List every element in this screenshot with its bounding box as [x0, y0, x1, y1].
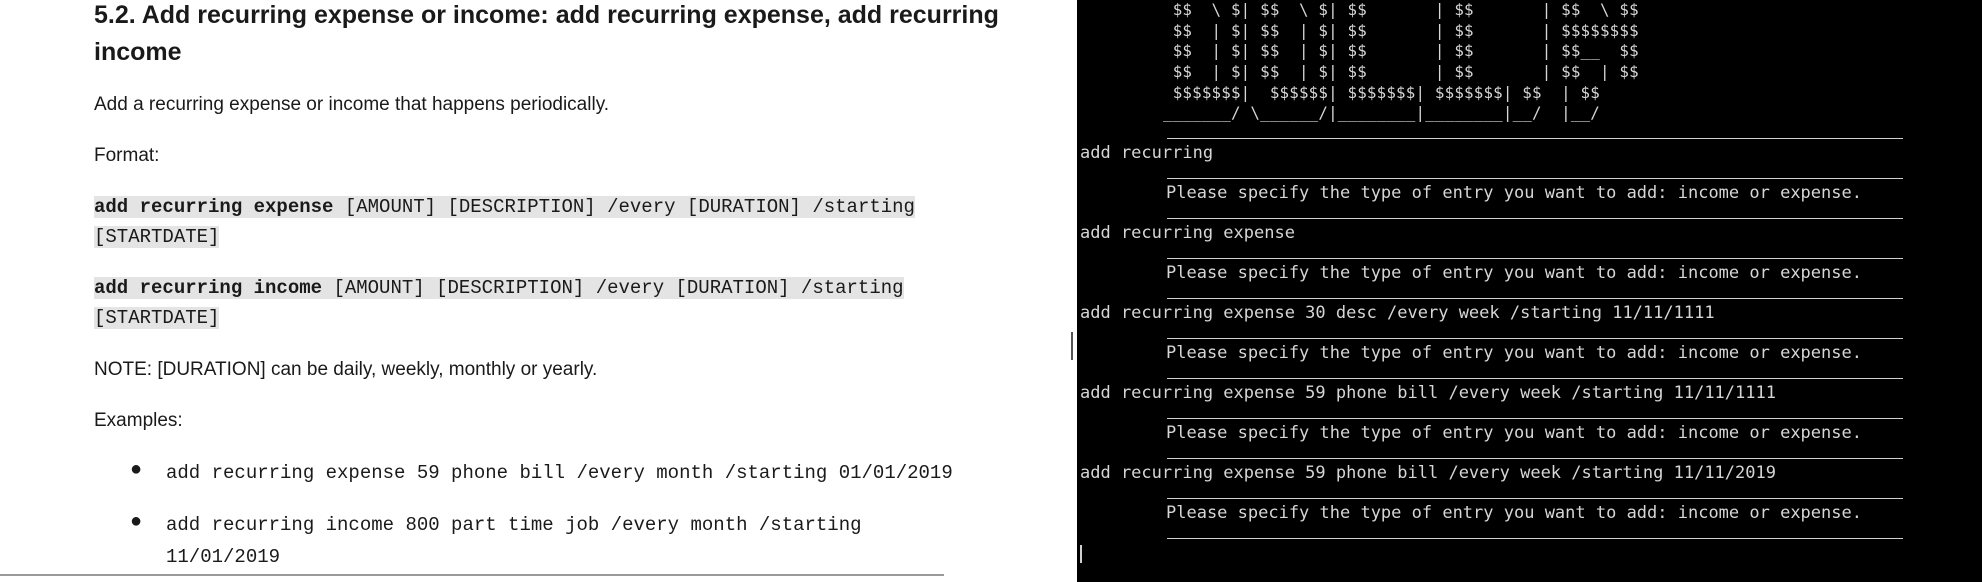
bullet-icon: ●: [130, 458, 143, 480]
output-divider: [1167, 498, 1903, 499]
ascii-art-line: $$ | $| $$ | $| $$ | $$ | $$ | $$: [1163, 62, 1639, 81]
output-divider: [1167, 258, 1903, 259]
ascii-art-line: _______/ \______/|________|________|__/ …: [1163, 103, 1600, 122]
terminal-response-line: Please specify the type of entry you wan…: [1166, 183, 1862, 203]
terminal-command-line: add recurring expense: [1080, 223, 1295, 243]
page-bottom-divider: [0, 574, 944, 576]
duration-note: NOTE: [DURATION] can be daily, weekly, m…: [94, 359, 598, 380]
document-pane: 5.2. Add recurring expense or income: ad…: [0, 0, 1073, 582]
format-expense-command: add recurring expense: [94, 196, 334, 218]
ascii-art-line: $$ | $| $$ | $| $$ | $$ | $$$$$$$$: [1163, 21, 1639, 40]
output-divider: [1167, 538, 1903, 539]
splitter-grip-handle[interactable]: [1071, 332, 1073, 360]
format-income-command: add recurring income: [94, 277, 323, 299]
section-heading: 5.2. Add recurring expense or income: ad…: [94, 1, 999, 66]
bullet-icon: ●: [130, 510, 143, 532]
output-divider: [1167, 338, 1903, 339]
ascii-art-line: $$$$$$$| $$$$$$| $$$$$$$| $$$$$$$| $$ | …: [1163, 83, 1600, 102]
terminal-command-line: add recurring: [1080, 143, 1214, 163]
ascii-art-line: $$ \ $| $$ \ $| $$ | $$ | $$ \ $$: [1163, 0, 1639, 19]
output-divider: [1167, 178, 1903, 179]
format-expense-code: add recurring expense [AMOUNT] [DESCRIPT…: [94, 192, 994, 252]
terminal-response-line: Please specify the type of entry you wan…: [1166, 503, 1862, 523]
terminal-command-line: add recurring expense 30 desc /every wee…: [1080, 303, 1715, 323]
example-item: add recurring expense 59 phone bill /eve…: [166, 462, 953, 484]
output-divider: [1167, 458, 1903, 459]
output-divider: [1167, 218, 1903, 219]
examples-label: Examples:: [94, 410, 183, 431]
terminal-command-line: add recurring expense 59 phone bill /eve…: [1080, 383, 1776, 403]
terminal-input-cursor[interactable]: [1080, 545, 1082, 563]
terminal-window[interactable]: $$ \ $| $$ \ $| $$ | $$ | $$ \ $$ $$ | $…: [1077, 0, 1982, 582]
output-divider: [1167, 138, 1903, 139]
ascii-art-line: $$ | $| $$ | $| $$ | $$ | $$__ $$: [1163, 41, 1639, 60]
example-item: add recurring income 800 part time job /…: [166, 514, 862, 568]
terminal-response-line: Please specify the type of entry you wan…: [1166, 343, 1862, 363]
output-divider: [1167, 378, 1903, 379]
terminal-response-line: Please specify the type of entry you wan…: [1166, 423, 1862, 443]
format-income-code: add recurring income [AMOUNT] [DESCRIPTI…: [94, 273, 994, 333]
output-divider: [1167, 298, 1903, 299]
intro-text: Add a recurring expense or income that h…: [94, 94, 610, 115]
terminal-command-line: add recurring expense 59 phone bill /eve…: [1080, 463, 1776, 483]
output-divider: [1167, 418, 1903, 419]
terminal-response-line: Please specify the type of entry you wan…: [1166, 263, 1862, 283]
format-label: Format:: [94, 145, 160, 166]
